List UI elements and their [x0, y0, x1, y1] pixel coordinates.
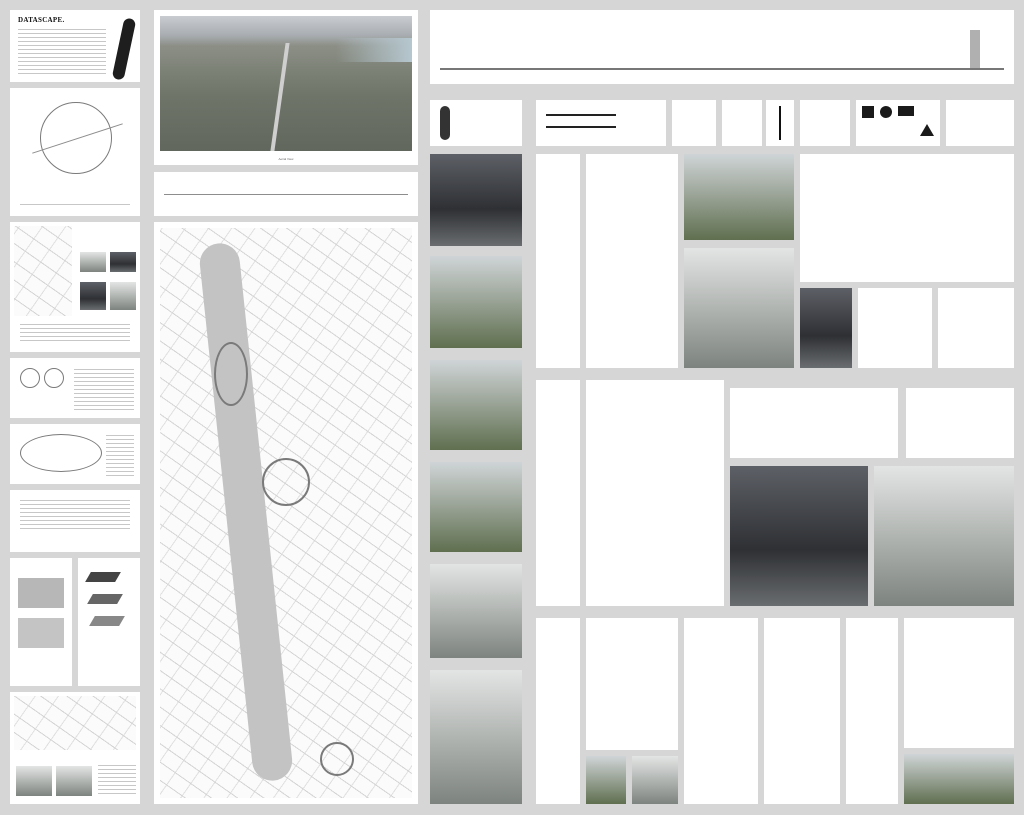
tower-section-panel-1 — [684, 618, 758, 804]
stair-detail-panel — [846, 618, 898, 804]
exploded-axon-panel — [78, 558, 140, 686]
tower-plans-panel — [586, 154, 678, 368]
strip-line-2 — [546, 126, 616, 128]
long-section-ground — [440, 68, 1004, 70]
diagram-circle-1 — [20, 368, 40, 388]
node-detail-panel — [906, 388, 1014, 458]
facade-axon-panel — [904, 618, 1014, 748]
render-tower — [430, 670, 522, 804]
render-tower-facade — [684, 154, 794, 240]
aerial-view-panel: Aerial View — [154, 10, 418, 165]
axonometric-panel — [800, 154, 1014, 282]
diagram-panel-1 — [10, 358, 140, 418]
intro-text-block — [18, 26, 106, 74]
render-corridor — [430, 154, 522, 246]
render-tower-landscape — [684, 248, 794, 368]
diagram-panel-2 — [10, 424, 140, 484]
render-canopy — [430, 256, 522, 348]
diagram-strip-3 — [672, 100, 716, 146]
aerial-view-photo — [160, 16, 412, 151]
plan-node-2 — [262, 458, 310, 506]
render-garden — [430, 360, 522, 450]
tower-section-panel-2 — [764, 618, 840, 804]
diagram-text-2 — [106, 432, 134, 476]
render-auditorium — [730, 466, 868, 606]
landscape-panel — [10, 692, 140, 804]
city-plan-thumbnail — [14, 226, 72, 316]
axon-layer-1 — [85, 572, 121, 582]
axon-layer-3 — [89, 616, 125, 626]
render-pavilion — [904, 754, 1014, 804]
long-section-tower — [970, 30, 980, 68]
render-interior — [430, 564, 522, 658]
strip-vline-1 — [779, 106, 781, 140]
diagram-strip-7 — [946, 100, 1014, 146]
diagram-strip-4 — [722, 100, 762, 146]
aerial-view-caption: Aerial View — [278, 157, 294, 161]
diagram-text-3 — [20, 497, 130, 532]
section-panel — [10, 558, 72, 686]
analysis-photo-3 — [80, 282, 106, 310]
node-plans-panel — [586, 380, 724, 606]
section-strip-panel — [154, 172, 418, 216]
board-title: DATASCAPE. — [18, 16, 65, 24]
diagram-strip-6 — [800, 100, 850, 146]
triangle-shape-icon — [920, 124, 934, 136]
master-plan-panel — [154, 222, 418, 804]
node-diagram-panel — [536, 380, 580, 606]
diagram-wheel — [20, 434, 102, 472]
intro-panel: DATASCAPE. — [10, 10, 140, 82]
section-strip-line — [164, 194, 408, 195]
plan-node-1 — [214, 342, 248, 406]
analysis-photo-2 — [110, 252, 136, 272]
diagram-strip-1 — [430, 100, 522, 146]
analysis-text — [20, 320, 130, 345]
plan-node-3 — [320, 742, 354, 776]
shapes-panel — [856, 100, 940, 146]
aerial-road — [270, 43, 291, 151]
square-shape-icon — [862, 106, 874, 118]
landscape-photo-2 — [56, 766, 92, 796]
detail-panel-2 — [938, 288, 1014, 368]
analysis-photo-1 — [80, 252, 106, 272]
render-module — [586, 756, 626, 804]
rect-shape-icon — [898, 106, 914, 116]
landscape-diagram-panel — [536, 618, 580, 804]
analysis-photo-4 — [110, 282, 136, 310]
render-atrium — [874, 466, 1014, 606]
analysis-panel — [10, 222, 140, 352]
strip-line-1 — [546, 114, 616, 116]
regional-map-panel — [10, 88, 140, 216]
section-box-2 — [18, 618, 64, 648]
regional-caption-block — [20, 200, 130, 209]
section-box — [18, 578, 64, 608]
landscape-photo-1 — [16, 766, 52, 796]
tower-diagram-panel — [536, 154, 580, 368]
module-drawing-panel — [586, 618, 678, 750]
long-section-panel — [430, 10, 1014, 84]
diagram-strip-2 — [536, 100, 666, 146]
site-strip-icon — [111, 17, 137, 81]
landscape-text — [98, 762, 136, 796]
diagram-strip-5 — [766, 100, 794, 146]
node-section-panel — [730, 388, 898, 458]
circle-shape-icon — [880, 106, 892, 118]
diagram-text-1 — [74, 366, 134, 410]
facade-detail-photo — [800, 288, 852, 368]
detail-panel-1 — [858, 288, 932, 368]
render-frame — [430, 462, 522, 552]
axon-layer-2 — [87, 594, 123, 604]
landscape-plan — [14, 696, 136, 750]
render-module-2 — [632, 756, 678, 804]
diagram-panel-3 — [10, 490, 140, 552]
diagram-circle-2 — [44, 368, 64, 388]
aerial-sea — [336, 37, 412, 62]
strip-icon-1 — [440, 106, 450, 140]
